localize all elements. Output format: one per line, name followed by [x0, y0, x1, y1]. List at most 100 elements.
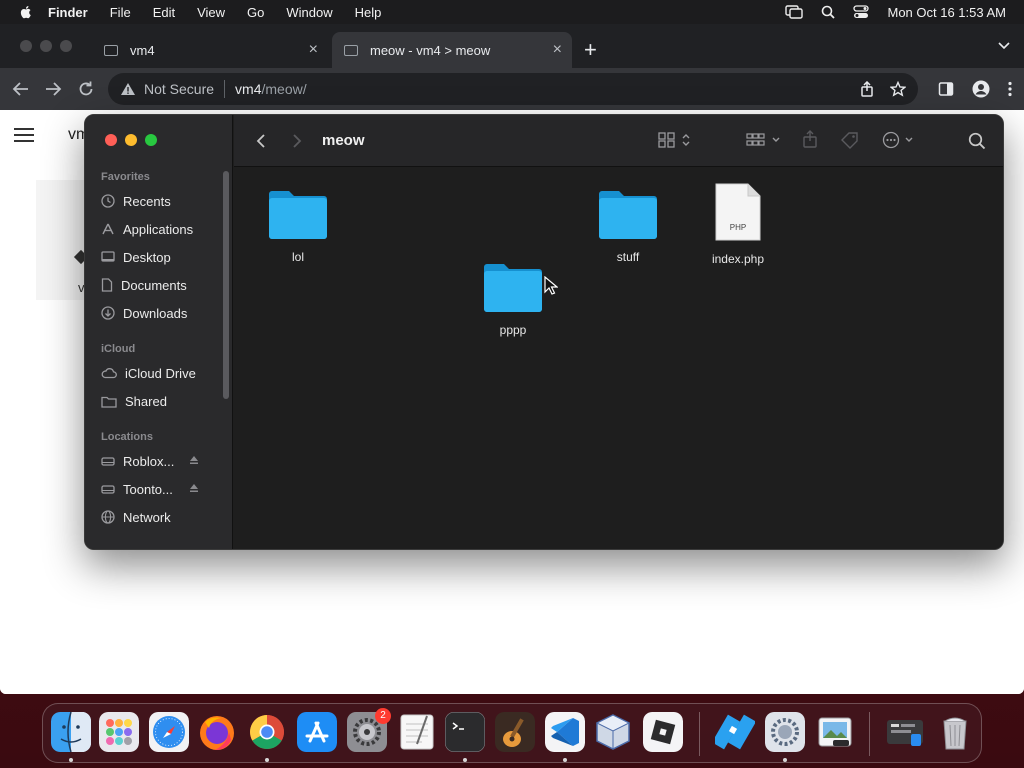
- applications-icon: [102, 223, 114, 235]
- sidebar-section-locations: Locations: [101, 431, 153, 443]
- share-icon[interactable]: [802, 130, 818, 148]
- group-by-icon[interactable]: [746, 132, 782, 148]
- menu-clock[interactable]: Mon Oct 16 1:53 AM: [887, 5, 1006, 20]
- back-chevron-icon[interactable]: [256, 133, 266, 149]
- warning-triangle-icon[interactable]: [120, 82, 136, 96]
- icon-view-grid-icon[interactable]: [658, 132, 692, 148]
- roblox-studio-dock-icon[interactable]: [715, 712, 755, 752]
- apple-menu-icon[interactable]: [18, 4, 34, 20]
- garageband-dock-icon[interactable]: [495, 712, 535, 752]
- sidebar-item-label: Downloads: [123, 305, 188, 321]
- sidebar-item-label: Shared: [125, 393, 167, 409]
- roblox-dock-icon[interactable]: [643, 712, 683, 752]
- finder-dock-icon[interactable]: [51, 712, 91, 752]
- sidebar-item-applications[interactable]: Applications: [101, 219, 193, 239]
- preview-dock-icon[interactable]: [815, 712, 855, 752]
- sidebar-item-shared[interactable]: Shared: [101, 391, 167, 411]
- more-actions-icon[interactable]: [882, 131, 918, 149]
- running-indicator: [463, 758, 467, 762]
- download-icon: [101, 306, 115, 320]
- firefox-dock-icon[interactable]: [197, 712, 237, 752]
- menu-file[interactable]: File: [110, 5, 131, 20]
- screen-mirroring-icon[interactable]: [785, 5, 804, 19]
- forward-arrow-icon[interactable]: [44, 80, 62, 98]
- sidebar-item-label: iCloud Drive: [125, 365, 196, 381]
- not-secure-label[interactable]: Not Secure: [144, 81, 214, 97]
- bookmark-star-icon[interactable]: [890, 81, 906, 97]
- tab-search-chevron-icon[interactable]: [998, 42, 1010, 50]
- sidebar-item-roblox-volume[interactable]: Roblox...: [101, 451, 198, 471]
- address-divider: [224, 80, 226, 98]
- textedit-dock-icon[interactable]: [397, 712, 437, 752]
- safari-dock-icon[interactable]: [149, 712, 189, 752]
- tab-meow[interactable]: meow - vm4 > meow ×: [332, 32, 572, 68]
- menu-window[interactable]: Window: [286, 5, 332, 20]
- address-bar[interactable]: Not Secure vm4/meow/: [108, 73, 918, 105]
- zoom-button[interactable]: [145, 134, 157, 146]
- folder-item-lol[interactable]: lol: [248, 188, 348, 264]
- downloads-stack-icon[interactable]: [885, 712, 925, 752]
- browser-minimize-button[interactable]: [40, 40, 52, 52]
- sidebar-scrollbar[interactable]: [223, 171, 229, 399]
- folder-item-stuff[interactable]: stuff: [578, 188, 678, 264]
- desktop-icon: [101, 251, 115, 262]
- hamburger-menu-icon[interactable]: [14, 128, 34, 142]
- share-icon[interactable]: [860, 81, 874, 97]
- new-tab-button[interactable]: +: [584, 39, 597, 61]
- sidebar-item-icloud-drive[interactable]: iCloud Drive: [101, 363, 196, 383]
- file-item-index-php[interactable]: PHP index.php: [688, 182, 788, 266]
- eject-icon[interactable]: [189, 483, 199, 493]
- control-center-icon[interactable]: [853, 5, 870, 19]
- chrome-dock-icon[interactable]: [247, 712, 287, 752]
- menu-view[interactable]: View: [197, 5, 225, 20]
- browser-zoom-button[interactable]: [60, 40, 72, 52]
- terminal-dock-icon[interactable]: [445, 712, 485, 752]
- profile-avatar-icon[interactable]: [972, 80, 990, 98]
- browser-close-button[interactable]: [20, 40, 32, 52]
- sidebar-item-desktop[interactable]: Desktop: [101, 247, 171, 267]
- virtualbox-dock-icon[interactable]: [593, 712, 633, 752]
- forward-chevron-icon[interactable]: [292, 133, 302, 149]
- sidebar-item-toonto-volume[interactable]: Toonto...: [101, 479, 198, 499]
- close-button[interactable]: [105, 134, 117, 146]
- menu-go[interactable]: Go: [247, 5, 264, 20]
- vscode-dock-icon[interactable]: [545, 712, 585, 752]
- side-panel-icon[interactable]: [938, 81, 954, 97]
- sidebar-item-label: Roblox...: [123, 453, 175, 469]
- reload-icon[interactable]: [77, 80, 95, 98]
- tag-icon[interactable]: [840, 131, 860, 149]
- menu-help[interactable]: Help: [355, 5, 382, 20]
- tab-vm4[interactable]: vm4 ×: [92, 32, 328, 68]
- sidebar-item-documents[interactable]: Documents: [101, 275, 187, 295]
- menu-edit[interactable]: Edit: [153, 5, 175, 20]
- finder-window: Favorites Recents Applications Desktop D…: [84, 114, 1004, 550]
- menu-app-name[interactable]: Finder: [48, 5, 88, 20]
- sidebar-item-label: Documents: [121, 277, 187, 293]
- eject-icon[interactable]: [189, 455, 199, 465]
- trash-icon[interactable]: [935, 712, 975, 752]
- folder-item-pppp[interactable]: pppp: [463, 261, 563, 337]
- system-settings-dock-item[interactable]: 2: [347, 708, 391, 752]
- tab-close-icon[interactable]: ×: [309, 42, 318, 58]
- running-indicator: [69, 758, 73, 762]
- finder-toolbar: meow: [234, 115, 1003, 167]
- folder-icon: [484, 264, 542, 312]
- item-name: pppp: [499, 323, 527, 337]
- launchpad-dock-icon[interactable]: [99, 712, 139, 752]
- sidebar-item-recents[interactable]: Recents: [101, 191, 171, 211]
- sidebar-item-downloads[interactable]: Downloads: [101, 303, 187, 323]
- php-file-icon: PHP: [715, 183, 761, 241]
- tab-close-icon[interactable]: ×: [553, 42, 562, 58]
- search-icon[interactable]: [968, 132, 986, 150]
- tab-title: vm4: [130, 42, 155, 58]
- minimize-button[interactable]: [125, 134, 137, 146]
- spotlight-search-icon[interactable]: [821, 5, 836, 19]
- document-icon: [101, 278, 113, 292]
- app-store-dock-icon[interactable]: [297, 712, 337, 752]
- browser-menu-kebab-icon[interactable]: [1008, 81, 1012, 97]
- settings-utility-dock-icon[interactable]: [765, 712, 805, 752]
- sidebar-item-network[interactable]: Network: [101, 507, 171, 527]
- sidebar-section-favorites: Favorites: [101, 171, 150, 183]
- back-arrow-icon[interactable]: [12, 80, 30, 98]
- sidebar-item-label: Applications: [123, 221, 194, 237]
